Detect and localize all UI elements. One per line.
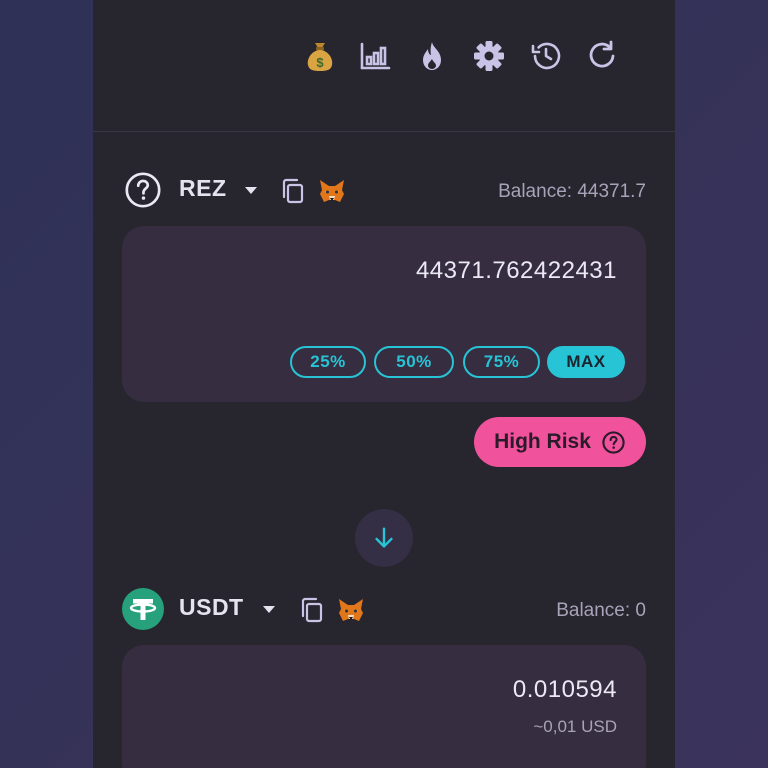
to-usd-value: ~0,01 USD xyxy=(533,717,617,736)
max-button[interactable]: MAX xyxy=(547,346,625,378)
bar-chart-icon[interactable] xyxy=(356,37,394,75)
risk-label: High Risk xyxy=(494,430,591,453)
swap-panel: $ REZ Balance: 44371.7 44371.762422431 2… xyxy=(93,0,675,768)
to-token-symbol[interactable]: USDT xyxy=(179,594,244,621)
from-amount-box[interactable]: 44371.762422431 25% 50% 75% MAX xyxy=(122,226,646,402)
chevron-down-icon[interactable] xyxy=(263,606,275,613)
percent-25-button[interactable]: 25% xyxy=(290,346,366,378)
from-amount-input[interactable]: 44371.762422431 xyxy=(416,257,617,285)
copy-icon[interactable] xyxy=(298,596,326,624)
chevron-down-icon[interactable] xyxy=(245,187,257,194)
money-bag-icon[interactable]: $ xyxy=(301,37,339,75)
metamask-fox-icon[interactable] xyxy=(318,177,346,205)
history-icon[interactable] xyxy=(527,37,565,75)
percent-50-button[interactable]: 50% xyxy=(374,346,454,378)
arrow-down-icon xyxy=(375,527,393,548)
question-circle-icon[interactable] xyxy=(122,169,164,211)
to-amount-output: 0.010594 xyxy=(512,676,617,703)
svg-text:$: $ xyxy=(316,55,324,70)
from-token-symbol[interactable]: REZ xyxy=(179,175,227,202)
percent-75-button[interactable]: 75% xyxy=(463,346,540,378)
refresh-icon[interactable] xyxy=(584,37,622,75)
flame-icon[interactable] xyxy=(413,37,451,75)
swap-direction-button[interactable] xyxy=(355,509,413,567)
toolbar: $ xyxy=(93,0,675,132)
to-token-row: USDT Balance: 0 xyxy=(93,588,675,632)
from-token-row: REZ Balance: 44371.7 xyxy=(93,169,675,213)
gear-icon[interactable] xyxy=(470,37,508,75)
copy-icon[interactable] xyxy=(279,177,307,205)
from-balance: Balance: 44371.7 xyxy=(498,181,646,202)
metamask-fox-icon[interactable] xyxy=(337,596,365,624)
tether-icon[interactable] xyxy=(122,588,164,630)
to-balance: Balance: 0 xyxy=(556,600,646,621)
to-amount-box[interactable]: 0.010594 ~0,01 USD xyxy=(122,645,646,768)
question-circle-icon xyxy=(602,430,625,454)
high-risk-badge[interactable]: High Risk xyxy=(474,417,646,467)
